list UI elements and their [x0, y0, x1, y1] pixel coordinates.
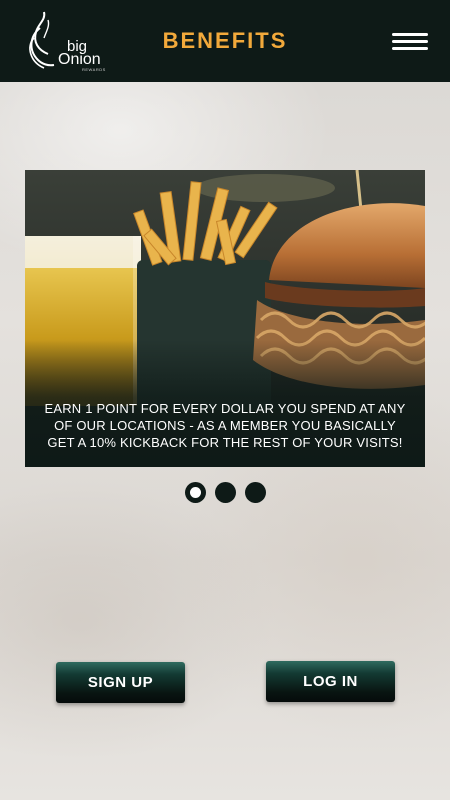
hamburger-menu-icon[interactable]: [392, 33, 428, 51]
logo-text-rewards: REWARDS: [82, 67, 106, 72]
app-header: big Onion REWARDS BENEFITS: [0, 0, 450, 82]
menu-bar-bottom: [392, 47, 428, 50]
carousel-dot-2[interactable]: [214, 482, 236, 503]
carousel-dot-3[interactable]: [244, 482, 266, 503]
carousel-indicators: [0, 482, 450, 503]
menu-bar-middle: [392, 40, 428, 43]
carousel-caption: EARN 1 POINT FOR EVERY DOLLAR YOU SPEND …: [44, 400, 406, 450]
logo-text-onion: Onion: [58, 51, 101, 68]
page-title: BENEFITS: [162, 28, 288, 53]
benefits-carousel[interactable]: EARN 1 POINT FOR EVERY DOLLAR YOU SPEND …: [25, 170, 425, 467]
carousel-dot-1[interactable]: [184, 482, 206, 503]
menu-bar-top: [392, 33, 428, 36]
big-onion-rewards-logo[interactable]: big Onion REWARDS: [24, 10, 105, 72]
log-in-button[interactable]: LOG IN: [266, 661, 395, 702]
sign-up-button[interactable]: SIGN UP: [56, 662, 185, 703]
